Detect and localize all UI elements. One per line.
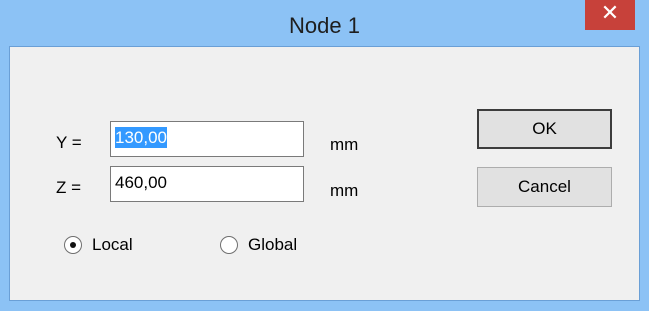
y-label: Y = [56,133,82,152]
close-button[interactable]: ✕ [585,0,635,30]
y-coordinate-value: 130,00 [115,127,167,148]
radio-global[interactable]: Global [220,235,330,258]
y-coordinate-field[interactable]: 130,00 [110,121,304,157]
radio-local[interactable]: Local [64,235,164,258]
radio-global-label: Global [248,235,298,254]
y-unit-label: mm [330,135,359,154]
window-title: Node 1 [289,13,360,38]
close-icon: ✕ [600,1,620,26]
z-unit-label: mm [330,181,359,200]
z-label: Z = [56,178,82,197]
radio-global-indicator [220,236,238,254]
cancel-button[interactable]: Cancel [477,167,612,207]
radio-local-dot [70,242,76,248]
z-coordinate-value: 460,00 [115,173,167,192]
z-coordinate-field[interactable]: 460,00 [110,166,304,202]
dialog-body: Y = 130,00 mm Z = 460,00 mm OK Cancel Lo… [9,46,640,301]
radio-local-indicator [64,236,82,254]
dialog-window: Node 1 ✕ Y = 130,00 mm Z = 460,00 mm OK … [0,0,649,311]
title-bar[interactable]: Node 1 ✕ [0,0,649,45]
radio-local-label: Local [92,235,133,254]
ok-button[interactable]: OK [477,109,612,149]
